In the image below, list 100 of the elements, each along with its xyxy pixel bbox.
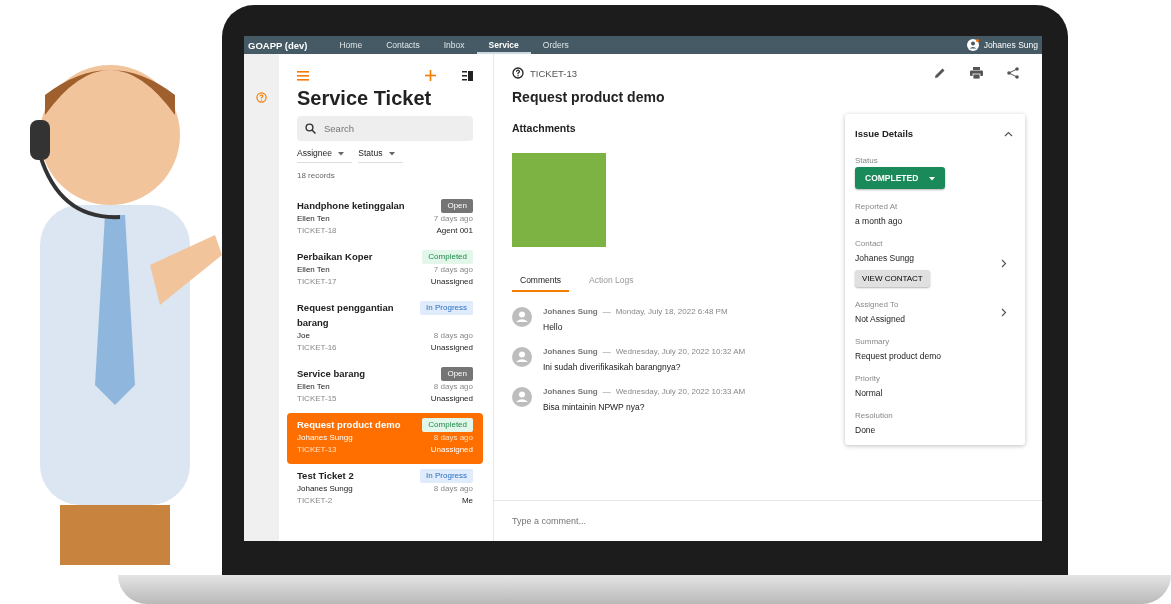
ticket-list-item[interactable]: Service barang Open Ellen Ten 8 days ago TICKET-15 Unassigned — [287, 362, 483, 413]
comment-time: Wednesday, July 20, 2022 10:32 AM — [615, 347, 746, 356]
caret-icon — [388, 151, 395, 156]
attachments-heading: Attachments — [512, 122, 577, 134]
ticket-time: 8 days ago — [433, 330, 473, 342]
pencil-icon[interactable] — [934, 67, 946, 79]
ticket-contact: Ellen Ten — [297, 264, 330, 276]
ticket-id: TICKET-2 — [297, 495, 333, 507]
nav-tab[interactable]: Contacts — [374, 36, 432, 54]
ticket-time: 8 days ago — [433, 483, 473, 495]
avatar-icon — [512, 307, 532, 327]
ticket-title: Request penggantian barang — [297, 301, 395, 330]
ticket-id: TICKET-13 — [297, 444, 337, 456]
separator-dash: — — [602, 347, 611, 356]
page-title: Service Ticket — [296, 86, 433, 111]
ticket-list-item[interactable]: Request product demo Completed Johanes Sungg 8 days ago TICKET-13 Unassigned — [287, 413, 483, 464]
ticket-contact: Joe — [297, 330, 310, 342]
separator-dash: — — [602, 307, 611, 316]
user-name: Johanes Sung — [983, 40, 1038, 50]
status-dropdown-button[interactable]: COMPLETED — [855, 167, 945, 189]
nav-tab[interactable]: Service — [476, 36, 531, 54]
ticket-id: TICKET-17 — [297, 276, 337, 288]
nav-tab[interactable]: Orders — [530, 36, 581, 54]
comment-text: Ini sudah diverifikasikah barangnya? — [543, 362, 682, 372]
status-badge: Completed — [422, 250, 473, 264]
field-value: Normal — [855, 388, 883, 398]
status-badge: Open — [441, 199, 473, 213]
status-badge: In Progress — [420, 301, 473, 315]
ticket-list-item[interactable]: Request penggantian barang In Progress Joe 8 days ago TICKET-16 Unassigned — [287, 296, 483, 362]
caret-icon — [928, 176, 935, 181]
ticket-assignee: Unassigned — [430, 342, 473, 354]
view-contact-button[interactable]: VIEW CONTACT — [855, 270, 930, 287]
comment-author: Johanes Sung — [543, 307, 598, 316]
record-count: 18 records — [296, 170, 336, 182]
ticket-title: Perbaikan Koper — [297, 250, 373, 264]
field-value: Not Assigned — [855, 314, 906, 324]
menu-icon[interactable] — [297, 70, 309, 81]
status-badge: In Progress — [420, 469, 473, 483]
add-icon[interactable] — [425, 70, 436, 81]
status-badge: Completed — [422, 418, 473, 432]
field-value: Johanes Sungg — [855, 253, 916, 263]
field-label: Resolution — [855, 411, 893, 420]
ticket-assignee: Unassigned — [430, 393, 473, 405]
app-brand: GOAPP (dev) — [248, 39, 308, 51]
status-badge: Open — [441, 367, 473, 381]
user-avatar-icon[interactable] — [966, 39, 979, 51]
filter-dropdown[interactable]: Assignee — [297, 148, 353, 163]
separator-dash: — — [602, 387, 611, 396]
printer-icon[interactable] — [970, 67, 983, 79]
tab[interactable]: Comments — [512, 271, 570, 292]
field-value: Done — [855, 425, 877, 435]
chevron-icon[interactable] — [1004, 130, 1013, 137]
ticket-time: 7 days ago — [433, 213, 473, 225]
ticket-title: Handphone ketinggalan — [297, 199, 405, 213]
ticket-id: TICKET-16 — [297, 342, 337, 354]
ticket-title: Test Ticket 2 — [297, 469, 354, 483]
chevron-right-icon[interactable] — [1001, 258, 1007, 268]
ticket-list-item[interactable]: Handphone ketinggalan Open Ellen Ten 7 days ago TICKET-18 Agent 001 — [287, 194, 483, 245]
ticket-title: Request product demo — [512, 89, 666, 105]
field-label: Assigned To — [855, 300, 900, 309]
ticket-assignee: Unassigned — [430, 444, 473, 456]
share-icon[interactable] — [1007, 67, 1019, 79]
ticket-contact: Ellen Ten — [297, 381, 330, 393]
ticket-id: TICKET-15 — [297, 393, 337, 405]
field-value: Request product demo — [855, 351, 941, 361]
avatar-icon — [512, 387, 532, 407]
search-field[interactable]: Search — [297, 116, 473, 141]
ticket-contact: Johanes Sungg — [297, 483, 353, 495]
comment-time: Monday, July 18, 2022 6:48 PM — [615, 307, 728, 316]
ticket-title: Request product demo — [297, 418, 401, 432]
ticket-time: 8 days ago — [433, 381, 473, 393]
ticket-time: 8 days ago — [433, 432, 473, 444]
search-icon — [305, 123, 316, 134]
caret-icon — [338, 151, 345, 156]
comment-time: Wednesday, July 20, 2022 10:33 AM — [615, 387, 746, 396]
ticket-contact: Ellen Ten — [297, 213, 330, 225]
ticket-title: Service barang — [297, 367, 366, 381]
field-value: a month ago — [855, 216, 903, 226]
field-label: Reported At — [855, 202, 899, 211]
ticket-id: TICKET-18 — [297, 225, 337, 237]
ticket-list-item[interactable]: Perbaikan Koper Completed Ellen Ten 7 days ago TICKET-17 Unassigned — [287, 245, 483, 296]
ticket-assignee: Me — [461, 495, 473, 507]
comment-author: Johanes Sung — [543, 387, 598, 396]
field-label: Priority — [855, 374, 881, 383]
ticket-time: 7 days ago — [433, 264, 473, 276]
comment-text: Hello — [543, 322, 564, 332]
nav-tab[interactable]: Home — [327, 36, 375, 54]
ticket-assignee: Agent 001 — [436, 225, 473, 237]
ticket-assignee: Unassigned — [430, 276, 473, 288]
nav-tab[interactable]: Inbox — [431, 36, 477, 54]
ticket-list-item[interactable]: Test Ticket 2 In Progress Johanes Sungg 8 days ago TICKET-2 Me — [287, 464, 483, 515]
chevron-right-icon[interactable] — [1001, 307, 1007, 317]
comment-text: Bisa mintainin NPWP nya? — [543, 402, 646, 412]
ticket-contact: Johanes Sungg — [297, 432, 353, 444]
card-title: Issue Details — [855, 128, 914, 139]
field-label: Summary — [855, 337, 891, 346]
filter-dropdown[interactable]: Status — [358, 148, 403, 163]
help-icon — [512, 67, 524, 79]
comment-author: Johanes Sung — [543, 347, 598, 356]
view-toggle-icon[interactable] — [462, 70, 473, 81]
